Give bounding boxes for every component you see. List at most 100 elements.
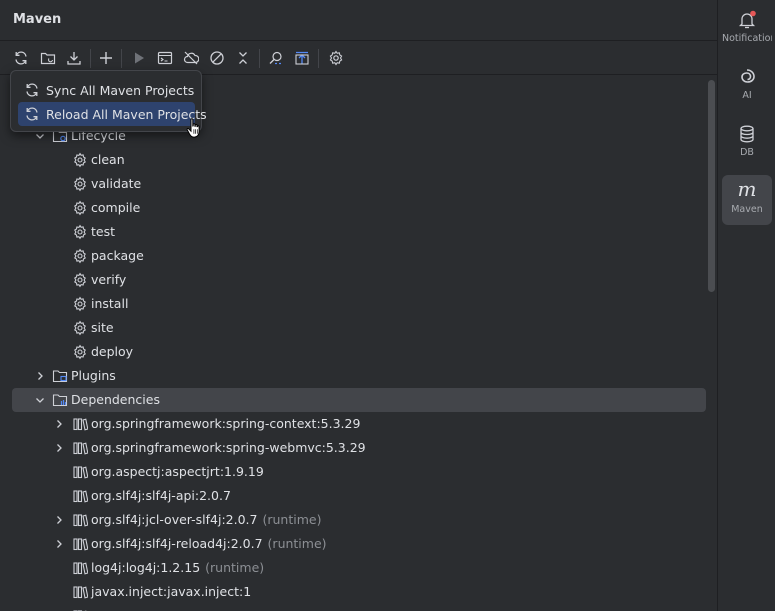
library-icon bbox=[73, 466, 89, 479]
tree-row[interactable]: compile bbox=[12, 196, 706, 220]
chevron-right-icon[interactable] bbox=[52, 513, 66, 527]
menu-item-label: Reload All Maven Projects bbox=[46, 107, 207, 122]
toolbar-separator bbox=[121, 49, 122, 68]
goal-gear-icon bbox=[72, 344, 88, 360]
folder-plugins-icon bbox=[52, 368, 68, 384]
tree-row[interactable]: verify bbox=[12, 268, 706, 292]
tree-row-text: org.aspectj:aspectjrt:1.9.19 bbox=[91, 464, 264, 479]
tool-window-label: DB bbox=[740, 147, 754, 158]
skip-tests-button[interactable] bbox=[206, 47, 228, 69]
chevron-right-icon[interactable] bbox=[52, 417, 66, 431]
goal-gear-icon bbox=[72, 272, 88, 288]
library-icon bbox=[72, 536, 89, 552]
analyze-dependencies-button[interactable] bbox=[265, 47, 287, 69]
tree-row[interactable]: validate bbox=[12, 172, 706, 196]
tree-row[interactable]: org.slf4j:slf4j-api:2.0.7 bbox=[12, 484, 706, 508]
library-icon bbox=[73, 490, 89, 503]
tree-row-text: package bbox=[91, 248, 144, 263]
tree-row-label: org.slf4j:jcl-over-slf4j:2.0.7 (runtime) bbox=[91, 512, 321, 527]
tree-row[interactable]: javax.inject:javax.inject:1 bbox=[12, 580, 706, 604]
library-icon bbox=[73, 562, 89, 575]
tree-row[interactable]: Dependencies bbox=[12, 388, 706, 412]
tree-row-text: javax.inject:javax.inject:1 bbox=[91, 584, 252, 599]
tree-row-text: validate bbox=[91, 176, 142, 191]
maven-projects-tree: Lifecycle clean validate compile test package… bbox=[0, 76, 717, 611]
tool-window-label: Notifications bbox=[722, 33, 772, 44]
collapse-all-icon bbox=[239, 52, 247, 64]
tree-row[interactable]: deploy bbox=[12, 340, 706, 364]
chevron-right-icon[interactable] bbox=[52, 441, 66, 455]
goal-gear-icon bbox=[74, 296, 86, 312]
tool-window-button-db[interactable]: DB bbox=[722, 118, 772, 168]
chevron-down-icon[interactable] bbox=[33, 393, 47, 407]
goal-gear-icon bbox=[72, 320, 88, 336]
show-dependencies-diagram-button[interactable] bbox=[291, 47, 313, 69]
tool-window-button-ai[interactable]: AI bbox=[722, 61, 772, 111]
reload-icon bbox=[15, 51, 27, 65]
analyze-dependencies-icon bbox=[269, 51, 282, 65]
collapse-all-button[interactable] bbox=[232, 47, 254, 69]
tree-row-label: org.aspectj:aspectjrt:1.9.19 bbox=[91, 464, 264, 479]
add-maven-project-button[interactable] bbox=[95, 47, 117, 69]
goal-gear-icon bbox=[74, 272, 86, 288]
library-icon bbox=[73, 514, 89, 527]
tree-row-text: install bbox=[91, 296, 129, 311]
goal-gear-icon bbox=[74, 344, 86, 360]
library-icon bbox=[72, 416, 89, 432]
generate-sources-icon bbox=[40, 52, 56, 65]
library-icon bbox=[73, 538, 89, 551]
tree-row-text: site bbox=[91, 320, 114, 335]
chevron-right-icon[interactable] bbox=[52, 537, 66, 551]
sync-all-projects-item[interactable]: Sync All Maven Projects bbox=[18, 78, 195, 102]
toggle-offline-mode-button[interactable] bbox=[180, 47, 202, 69]
goal-gear-icon bbox=[74, 248, 86, 264]
tree-row[interactable]: org.springframework:spring-webmvc:5.3.29 bbox=[12, 436, 706, 460]
execute-maven-goal-button[interactable] bbox=[154, 47, 176, 69]
tree-row[interactable]: org.springframework:spring-context:5.3.2… bbox=[12, 412, 706, 436]
goal-gear-icon bbox=[74, 320, 86, 336]
tree-row[interactable] bbox=[12, 604, 706, 611]
tree-row[interactable]: org.aspectj:aspectjrt:1.9.19 bbox=[12, 460, 706, 484]
download-icon bbox=[67, 52, 81, 65]
tree-row[interactable]: package bbox=[12, 244, 706, 268]
tree-row-label: Dependencies bbox=[71, 392, 160, 407]
goal-gear-icon bbox=[72, 224, 88, 240]
library-icon bbox=[72, 440, 89, 456]
tree-row-label: org.slf4j:slf4j-reload4j:2.0.7 (runtime) bbox=[91, 536, 327, 551]
tree-row[interactable]: site bbox=[12, 316, 706, 340]
generate-sources-button[interactable] bbox=[37, 47, 59, 69]
maven-icon: m bbox=[737, 177, 757, 201]
hand-cursor-icon bbox=[186, 118, 200, 138]
tree-row[interactable]: clean bbox=[12, 148, 706, 172]
library-icon bbox=[72, 560, 89, 576]
tree-row-label: org.springframework:spring-context:5.3.2… bbox=[91, 416, 360, 431]
tree-row[interactable]: install bbox=[12, 292, 706, 316]
tool-window-label: AI bbox=[742, 90, 752, 101]
tree-row[interactable]: org.slf4j:jcl-over-slf4j:2.0.7 (runtime) bbox=[12, 508, 706, 532]
tree-scrollbar[interactable] bbox=[708, 80, 715, 292]
chevron-right-icon[interactable] bbox=[33, 369, 47, 383]
tree-row[interactable]: log4j:log4j:1.2.15 (runtime) bbox=[12, 556, 706, 580]
tool-window-button-maven[interactable]: m Maven bbox=[722, 175, 772, 225]
bell-icon bbox=[737, 10, 757, 30]
add-icon bbox=[100, 52, 112, 64]
menu-item-label: Sync All Maven Projects bbox=[46, 83, 195, 98]
tree-row-text: clean bbox=[91, 152, 125, 167]
run-icon bbox=[135, 52, 144, 64]
settings-icon bbox=[329, 50, 343, 66]
reload-all-projects-item[interactable]: Reload All Maven Projects bbox=[18, 102, 207, 126]
tree-row-text: verify bbox=[91, 272, 127, 287]
tree-row-label: org.slf4j:slf4j-api:2.0.7 bbox=[91, 488, 231, 503]
reload-projects-button[interactable] bbox=[10, 47, 32, 69]
run-maven-build-button[interactable] bbox=[128, 47, 150, 69]
tree-row[interactable]: test bbox=[12, 220, 706, 244]
tool-window-button-notifications[interactable]: Notifications bbox=[722, 4, 772, 54]
tree-row[interactable]: org.slf4j:slf4j-reload4j:2.0.7 (runtime) bbox=[12, 532, 706, 556]
tree-row[interactable]: Plugins bbox=[12, 364, 706, 388]
tree-row-text: org.slf4j:slf4j-api:2.0.7 bbox=[91, 488, 231, 503]
tree-row-label: test bbox=[91, 224, 115, 239]
maven-settings-button[interactable] bbox=[325, 47, 347, 69]
download-sources-button[interactable] bbox=[63, 47, 85, 69]
library-icon bbox=[72, 488, 89, 504]
tree-row-text: compile bbox=[91, 200, 141, 215]
